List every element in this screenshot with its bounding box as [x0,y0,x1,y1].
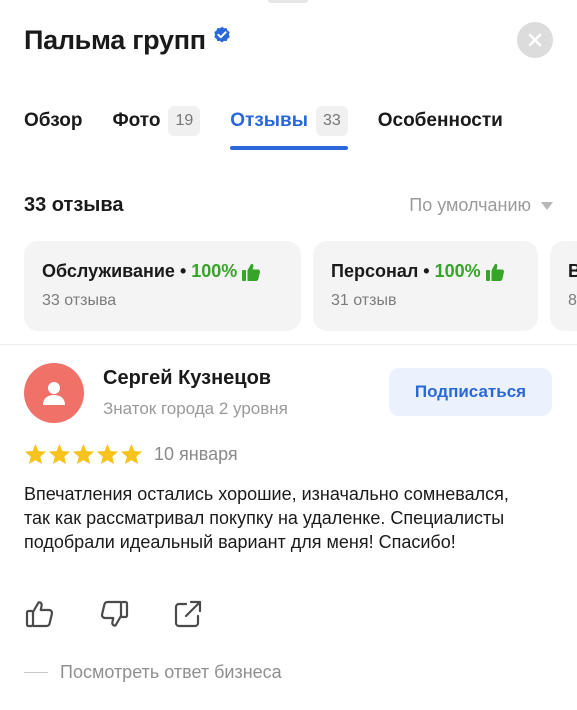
aspect-title: В [568,261,577,282]
review-rating-row: 10 января [24,442,238,466]
aspect-reviews-count: 31 отзыв [331,292,397,309]
tab-count-badge: 33 [315,106,348,136]
review-author-level: Знаток города 2 уровня [103,399,288,418]
chevron-down-icon [541,201,553,210]
star-icon [120,443,143,465]
tab-label: Отзывы [230,110,308,131]
tab-features[interactable]: Особенности [378,104,503,150]
star-rating [24,443,144,465]
thumb-up-icon [485,263,504,281]
aspect-name: В [568,261,577,281]
separator-dot: • [423,261,430,281]
thumb-up-icon[interactable] [24,598,56,630]
thumb-down-icon[interactable] [98,598,130,630]
star-icon [72,443,95,465]
divider-line [24,672,48,673]
avatar[interactable] [24,363,84,423]
review-date: 10 января [154,443,238,464]
aspect-name: Персонал [331,261,419,281]
tab-count-badge: 19 [168,106,201,136]
aspect-percent: 100% [191,261,238,281]
separator-dot: • [179,261,187,281]
tab-label: Обзор [24,110,83,131]
reviews-count: 33 отзыва [24,194,124,216]
tab-overview[interactable]: Обзор [24,104,82,150]
aspect-card-service[interactable]: Обслуживание • 100% 33 отзыва [24,241,301,331]
business-reply-label: Посмотреть ответ бизнеса [60,662,282,682]
sheet-grab-handle[interactable] [268,0,308,3]
tab-reviews[interactable]: Отзывы 33 [230,104,349,150]
tab-label: Особенности [377,110,503,131]
aspect-reviews-count: 33 отзыва [42,292,117,309]
page-title: Пальма групп [24,24,206,55]
user-silhouette-icon [43,382,65,405]
aspect-title: Обслуживание • 100% [42,261,283,282]
aspect-name: Обслуживание [42,261,175,281]
star-icon [48,443,71,465]
star-icon [96,443,119,465]
aspects-carousel[interactable]: Обслуживание • 100% 33 отзыва Персонал •… [24,241,577,331]
review-text: Впечатления остались хорошие, изначально… [24,484,509,552]
tab-bar: Обзор Фото 19 Отзывы 33 Особенности [24,104,533,150]
business-reply-link[interactable]: Посмотреть ответ бизнеса [24,662,282,683]
sort-dropdown[interactable]: По умолчанию [409,195,553,216]
review-author-name[interactable]: Сергей Кузнецов [103,367,271,390]
verified-badge-icon [214,26,230,43]
divider [0,344,577,345]
thumb-up-icon [242,263,261,281]
aspect-percent: 100% [434,261,481,281]
aspect-card-next[interactable]: В 8 [550,241,577,331]
share-icon[interactable] [172,598,204,630]
sort-label: По умолчанию [409,195,531,215]
header: Пальма групп [24,22,553,58]
aspect-card-staff[interactable]: Персонал • 100% 31 отзыв [313,241,538,331]
subscribe-button[interactable]: Подписаться [389,368,552,416]
close-icon [528,33,542,47]
review-actions [24,598,246,630]
aspect-reviews-count: 8 [568,292,577,309]
star-icon [24,443,47,465]
aspect-title: Персонал • 100% [331,261,520,282]
close-button[interactable] [517,22,553,58]
tab-label: Фото [112,110,161,131]
tab-photos[interactable]: Фото 19 [112,104,201,150]
